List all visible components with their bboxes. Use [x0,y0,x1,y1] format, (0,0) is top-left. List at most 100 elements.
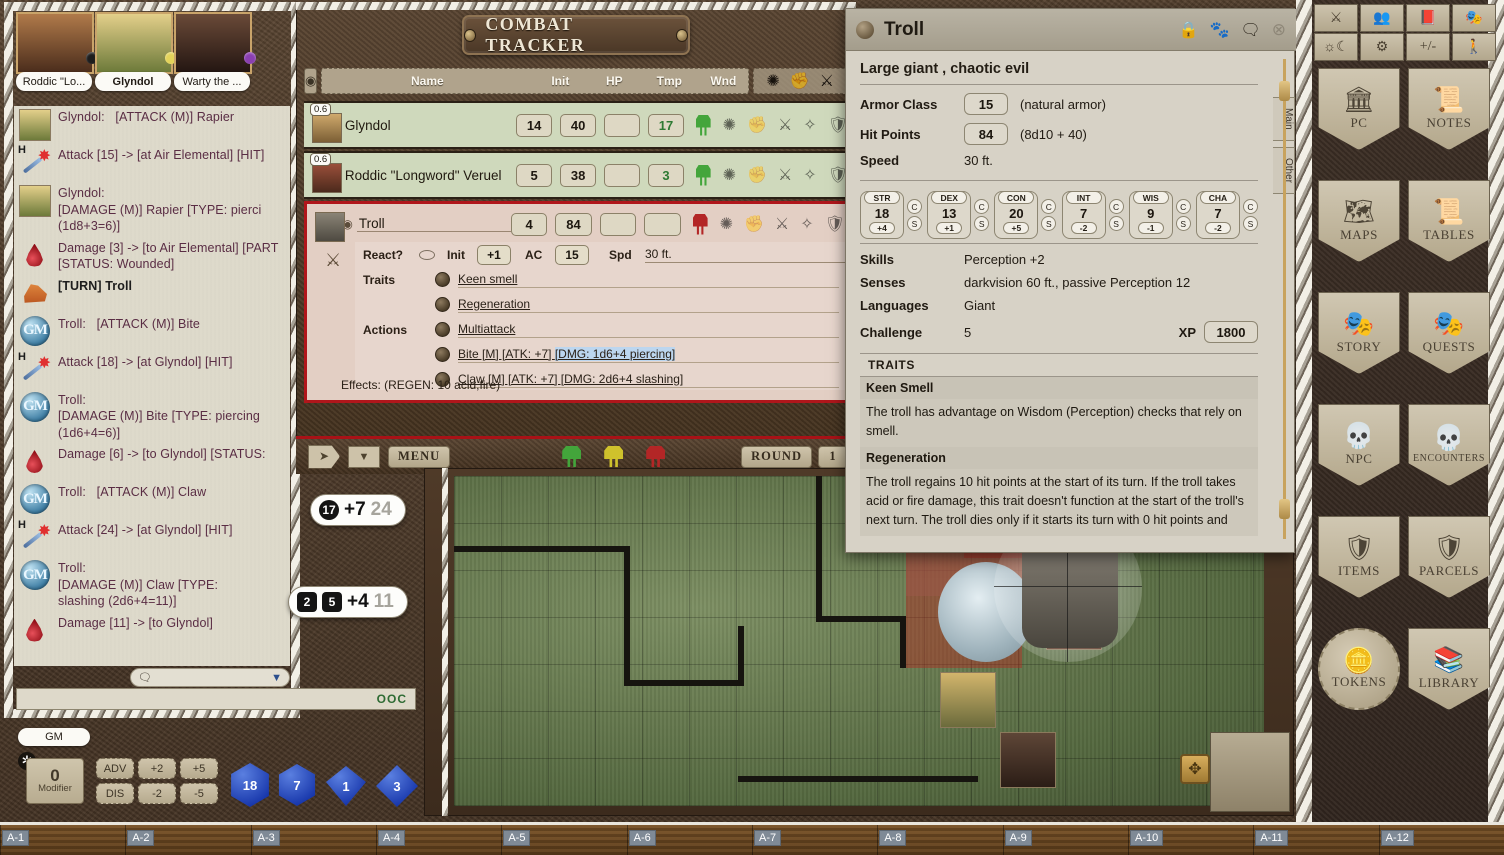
round-label[interactable]: ROUND [741,446,812,468]
portrait-name-label[interactable]: Glyndol [95,72,171,91]
ability-check-button[interactable]: C [1109,199,1124,214]
combat-icon[interactable]: ⚔ [1314,4,1358,32]
ability-score[interactable]: 13 [942,206,956,221]
row-init[interactable]: 14 [516,114,552,137]
book-icon[interactable]: 📕 [1406,4,1450,32]
ability-save-button[interactable]: S [1243,216,1258,231]
list-bullet-icon[interactable] [435,322,450,337]
gear-icon[interactable]: ⚙ [1360,33,1404,61]
modifier-dis-button[interactable]: DIS [96,783,134,804]
row-name[interactable]: Troll [357,216,511,232]
row-tmp[interactable] [604,164,640,187]
effects-icon[interactable]: ✺ [723,115,736,135]
token-icon[interactable]: 🐾 [1210,20,1230,40]
taskbar-item[interactable]: A-6 [629,830,656,846]
row-init[interactable]: 5 [516,164,552,187]
die-d8[interactable]: 3 [376,765,418,807]
ability-save-button[interactable]: S [974,216,989,231]
taskbar-item[interactable]: A-2 [127,830,154,846]
npc-sheet-titlebar[interactable]: Troll 🔒 🐾 🗨 ⊗ [846,9,1296,51]
challenge-value[interactable]: 5 [964,325,971,340]
effects-icon[interactable]: ✺ [720,214,733,234]
table-row[interactable]: 0.6 Roddic "Longword" Veruel 5 38 3 ✺ ✊ … [304,151,848,199]
row-hp[interactable]: 38 [560,164,596,187]
hostile-helm-icon[interactable] [646,446,665,467]
chat-log[interactable]: Glyndol: [ATTACK (M)] RapierHAttack [15]… [14,106,290,666]
row-tmp[interactable] [600,213,636,236]
taskbar-item[interactable]: A-7 [754,830,781,846]
ability-modifier[interactable]: -1 [1138,222,1164,234]
die-d20[interactable]: 18 [228,763,272,807]
portrait-tab[interactable] [16,12,94,74]
portrait-name-label[interactable]: Warty the ... [174,72,250,91]
map-token-warty[interactable] [1000,732,1056,788]
round-value[interactable]: 1 [818,446,848,468]
sword-icon[interactable]: ⚔ [778,115,792,135]
row-hp[interactable]: 84 [555,213,591,236]
sword-tab-icon[interactable]: ⚔ [325,250,341,271]
daynight-icon[interactable]: ☼☾ [1314,33,1358,61]
trait-link[interactable]: Regeneration [458,297,839,313]
sword-icon[interactable]: ⚔ [775,214,789,234]
ability-score[interactable]: 9 [1147,206,1154,221]
chat-mode-dropdown[interactable]: 🗨 ▼ [130,668,290,687]
modifier-minus5-button[interactable]: -5 [180,783,218,804]
sword-icon[interactable]: ⚔ [778,165,792,185]
avatar[interactable] [315,212,345,242]
react-checkbox[interactable] [419,250,435,260]
ability-check-button[interactable]: C [1176,199,1191,214]
effects-icon[interactable]: ✺ [723,165,736,185]
hit-points-value[interactable]: 84 [964,123,1008,145]
modifier-adv-button[interactable]: ADV [96,758,134,779]
action-link[interactable]: Claw [M] [ATK: +7] [DMG: 2d6+4 slashing] [458,372,839,388]
token-wrapper[interactable] [311,204,342,244]
close-icon[interactable]: ⊗ [1272,20,1286,40]
taskbar-item[interactable]: A-11 [1255,830,1287,846]
list-bullet-icon[interactable] [435,297,450,312]
list-bullet-icon[interactable] [435,272,450,287]
spell-icon[interactable]: ✧ [803,115,816,135]
portrait-tab[interactable] [95,12,173,74]
npc-sheet-scrollbar[interactable] [1279,59,1289,539]
row-wnd[interactable] [644,213,680,236]
row-wnd[interactable]: 3 [648,164,684,187]
party-icon[interactable]: 👥 [1360,4,1404,32]
ac-value[interactable]: 15 [555,245,589,265]
taskbar-item[interactable]: A-9 [1005,830,1032,846]
prev-actor-button[interactable]: ➤ [308,445,340,469]
ability-save-button[interactable]: S [907,216,922,231]
scrollbar-thumb[interactable] [1279,81,1290,101]
walk-icon[interactable]: 🚶 [1452,33,1496,61]
init-value[interactable]: +1 [477,245,511,265]
visibility-toggle-all[interactable]: ◉ [304,68,317,94]
token-wrapper[interactable]: 0.6 [308,155,339,195]
chat-bubble-icon[interactable]: 🗨 [1240,20,1260,40]
ability-card[interactable]: STR18+4 [860,191,904,239]
ability-save-button[interactable]: S [1041,216,1056,231]
senses-value[interactable]: darkvision 60 ft., passive Perception 12 [964,275,1190,290]
ability-check-button[interactable]: C [1041,199,1056,214]
taskbar-item[interactable]: A-12 [1381,830,1414,846]
portrait-tab[interactable] [174,12,252,74]
skills-value[interactable]: Perception +2 [964,252,1045,267]
taskbar-item[interactable]: A-1 [2,830,29,846]
trait-link[interactable]: Keen smell [458,272,839,288]
speed-value[interactable]: 30 ft. [964,153,993,168]
avatar[interactable] [312,163,342,193]
plusminus-icon[interactable]: +/- [1406,33,1450,61]
shield-icon[interactable]: 🛡 [825,214,845,234]
ability-check-button[interactable]: C [907,199,922,214]
table-row-active[interactable]: ◉ Troll 4 84 ✺ ✊ ⚔ ✧ 🛡 ⚔ React? [304,201,848,403]
ability-save-button[interactable]: S [1176,216,1191,231]
action-link[interactable]: Bite [M] [ATK: +7] [DMG: 1d6+4 piercing] [458,347,839,363]
ability-check-button[interactable]: C [974,199,989,214]
ability-score[interactable]: 20 [1009,206,1023,221]
ability-card[interactable]: CHA7-2 [1196,191,1240,239]
modifier-plus2-button[interactable]: +2 [138,758,176,779]
row-tmp[interactable] [604,114,640,137]
fist-icon[interactable]: ✊ [747,115,767,135]
die-d10[interactable]: 1 [326,766,366,806]
ability-modifier[interactable]: +5 [1003,222,1029,234]
sidebar-button-tokens[interactable]: 🪙TOKENS [1318,628,1400,710]
ability-modifier[interactable]: -2 [1205,222,1231,234]
